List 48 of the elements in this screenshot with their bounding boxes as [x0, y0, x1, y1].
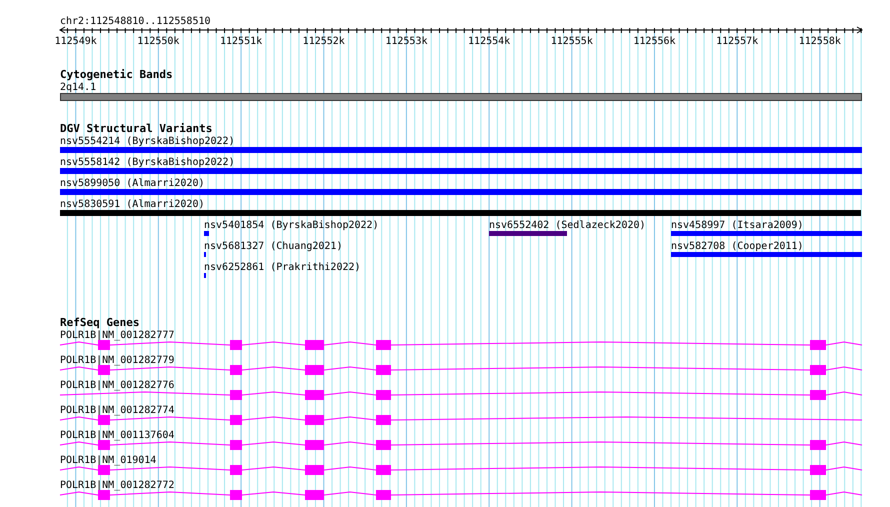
- ruler-tick-label: 112552k: [302, 36, 345, 47]
- variant-label: nsv5401854 (ByrskaBishop2022): [204, 220, 379, 231]
- gene-model[interactable]: [60, 415, 862, 425]
- transcript-label: POLR1B|NM_001282777: [60, 330, 174, 341]
- ruler-tick-label: 112558k: [798, 36, 841, 47]
- variant-label: nsv458997 (Itsara2009): [671, 220, 804, 231]
- variant-bar[interactable]: [60, 210, 861, 216]
- gene-model[interactable]: [60, 365, 862, 375]
- transcript-label: POLR1B|NM_019014: [60, 455, 156, 466]
- gene-model[interactable]: [60, 390, 862, 400]
- variant-label: nsv5830591 (Almarri2020): [60, 199, 204, 210]
- variant-label: nsv6552402 (Sedlazeck2020): [489, 220, 646, 231]
- track-title: RefSeq Genes: [60, 316, 140, 329]
- track-title: DGV Structural Variants: [60, 122, 212, 135]
- ruler-tick-label: 112550k: [137, 36, 180, 47]
- transcript-label: POLR1B|NM_001282772: [60, 480, 174, 491]
- variant-label: nsv5899050 (Almarri2020): [60, 178, 204, 189]
- variant-bar[interactable]: [60, 168, 862, 174]
- variant-label: nsv582708 (Cooper2011): [671, 241, 804, 252]
- band-label: 2q14.1: [60, 82, 96, 93]
- location-label: chr2:112548810..112558510: [60, 16, 211, 27]
- ruler-tick-label: 112556k: [633, 36, 676, 47]
- cytoband-bar[interactable]: [60, 93, 862, 101]
- ruler-tick-label: 112555k: [550, 36, 593, 47]
- transcript-label: POLR1B|NM_001137604: [60, 430, 174, 441]
- track-title: Cytogenetic Bands: [60, 68, 173, 81]
- gene-model[interactable]: [60, 340, 862, 350]
- ruler-tick-label: 112551k: [220, 36, 262, 47]
- ruler-tick-label: 112549k: [54, 36, 97, 47]
- gene-model[interactable]: [60, 465, 862, 475]
- gene-model[interactable]: [60, 490, 862, 500]
- transcript-label: POLR1B|NM_001282774: [60, 405, 174, 416]
- variant-bar[interactable]: [671, 231, 862, 236]
- variant-label: nsv5554214 (ByrskaBishop2022): [60, 136, 235, 147]
- gene-model[interactable]: [60, 440, 862, 450]
- variant-bar[interactable]: [489, 231, 567, 236]
- variant-label: nsv6252861 (Prakrithi2022): [204, 262, 361, 273]
- variant-bar[interactable]: [60, 189, 862, 195]
- variant-bar[interactable]: [671, 252, 862, 257]
- ruler-tick-label: 112554k: [468, 36, 510, 47]
- ruler-tick-label: 112557k: [716, 36, 758, 47]
- transcript-label: POLR1B|NM_001282776: [60, 380, 174, 391]
- variant-bar[interactable]: [204, 231, 209, 236]
- variant-bar[interactable]: [60, 147, 862, 153]
- ruler-tick-label: 112553k: [385, 36, 428, 47]
- variant-label: nsv5558142 (ByrskaBishop2022): [60, 157, 235, 168]
- variant-label: nsv5681327 (Chuang2021): [204, 241, 342, 252]
- transcript-label: POLR1B|NM_001282779: [60, 355, 174, 366]
